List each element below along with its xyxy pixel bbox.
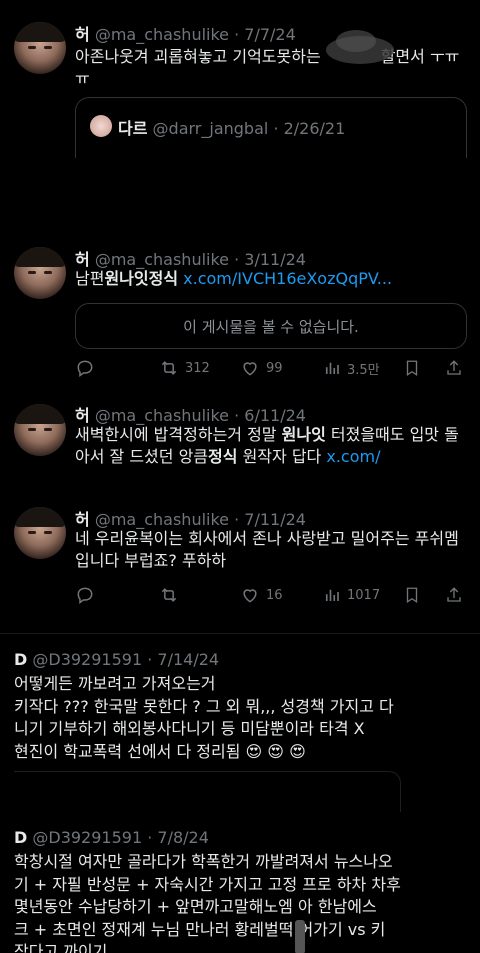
tweet-header: 허 @ma_chashulike · 7/11/24 <box>75 506 306 530</box>
avatar[interactable] <box>14 22 66 74</box>
bar-chart-icon <box>325 362 339 374</box>
tweet-4[interactable]: 허 @ma_chashulike · 7/11/24 네 우리윤복이는 회사에서… <box>0 493 480 633</box>
author-handle[interactable]: @ma_chashulike <box>95 25 229 44</box>
bookmark-button[interactable] <box>403 356 421 380</box>
redaction-mark <box>295 920 305 953</box>
author-name[interactable]: D <box>14 828 27 847</box>
like-count: 99 <box>266 360 283 376</box>
avatar[interactable] <box>14 247 66 299</box>
reply-button[interactable] <box>75 583 95 607</box>
like-count: 16 <box>266 587 283 603</box>
tweet-date[interactable]: · 7/8/24 <box>147 828 209 847</box>
tweet-text: 어떻게든 까보려고 가져오는거 키작다 ??? 한국말 못한다 ? 그 외 뭐,… <box>14 674 394 761</box>
tweet-header: D @D39291591 · 7/8/24 <box>14 828 209 847</box>
reply-icon <box>77 360 93 377</box>
tweet-6[interactable]: D @D39291591 · 7/8/24 학창시절 여자만 골라다가 학폭한거… <box>0 825 480 953</box>
share-button[interactable] <box>445 356 463 380</box>
tweet-link[interactable]: x.com/IVCH16eXozQqPV... <box>183 269 392 288</box>
quote-author-name: 다르 <box>118 119 148 138</box>
tweet-header: 허 @ma_chashulike · 7/7/24 <box>75 21 296 45</box>
retweet-button[interactable]: 312 <box>159 356 210 380</box>
tweet-date[interactable]: · 3/11/24 <box>234 250 306 269</box>
tweet-2[interactable]: 허 @ma_chashulike · 3/11/24 남편원나잇정식 x.com… <box>0 230 480 390</box>
author-name[interactable]: D <box>14 650 27 669</box>
quote-avatar <box>90 115 112 137</box>
tweet-text: 학창시절 여자만 골라다가 학폭한거 까발려져서 뉴스나오 기 + 자필 반성문… <box>14 852 401 953</box>
retweet-button[interactable] <box>159 583 179 607</box>
heart-eyes-emoji: 😍 😍 😍 <box>245 741 306 761</box>
author-handle[interactable]: @ma_chashulike <box>95 510 229 529</box>
tweet-text: 아존나웃겨 괴롭혀놓고 기억도못하는 할면서 ㅜㅠ ㅠ <box>75 47 460 88</box>
tweet-header: 허 @ma_chashulike · 6/11/24 <box>75 402 306 426</box>
like-button[interactable]: 16 <box>240 583 283 607</box>
redaction-scribble <box>326 30 396 68</box>
author-handle[interactable]: @ma_chashulike <box>95 406 229 425</box>
bookmark-icon <box>406 587 418 604</box>
retweet-icon <box>161 361 177 375</box>
tweet-header: D @D39291591 · 7/14/24 <box>14 650 219 669</box>
views-button[interactable]: 1017 <box>323 583 380 607</box>
tweet-link[interactable]: x.com/ <box>326 447 380 466</box>
author-name[interactable]: 허 <box>75 406 90 425</box>
reply-button[interactable] <box>75 356 95 380</box>
retweet-count: 312 <box>185 360 210 376</box>
divider <box>0 633 480 634</box>
share-icon <box>447 587 461 602</box>
tweet-text: 새벽한시에 밥격정하는거 정말 원나잇 터졌을때도 입맛 돌 아서 잘 드셨던 … <box>75 425 459 466</box>
author-name[interactable]: 허 <box>75 250 90 269</box>
bookmark-icon <box>406 360 418 377</box>
heart-icon <box>243 589 257 603</box>
tweet-actions: 16 1017 <box>75 583 465 607</box>
tweet-date[interactable]: · 7/14/24 <box>147 650 219 669</box>
author-handle[interactable]: @D39291591 <box>32 650 142 669</box>
tweet-date[interactable]: · 7/11/24 <box>234 510 306 529</box>
tweet-header: 허 @ma_chashulike · 3/11/24 <box>75 246 306 270</box>
author-name[interactable]: 허 <box>75 510 90 529</box>
tweet-date[interactable]: · 6/11/24 <box>234 406 306 425</box>
reply-icon <box>77 587 93 604</box>
view-count: 3.5만 <box>347 362 380 378</box>
tweet-actions: 312 99 3.5만 <box>75 356 465 380</box>
avatar[interactable] <box>14 507 66 559</box>
like-button[interactable]: 99 <box>240 356 283 380</box>
bar-chart-icon <box>325 589 339 601</box>
quoted-tweet[interactable]: 다르 @darr_jangbal · 2/26/21 <box>75 97 467 158</box>
heart-icon <box>243 362 257 376</box>
author-handle[interactable]: @D39291591 <box>32 828 142 847</box>
tweet-date[interactable]: · 7/7/24 <box>234 25 296 44</box>
avatar[interactable] <box>14 404 66 456</box>
tweet-1[interactable]: 허 @ma_chashulike · 7/7/24 아존나웃겨 괴롭혀놓고 기억… <box>0 0 480 158</box>
tweet-3[interactable]: 허 @ma_chashulike · 6/11/24 새벽한시에 밥격정하는거 … <box>0 390 480 480</box>
views-button[interactable]: 3.5만 <box>323 356 380 380</box>
tweet-text: 남편원나잇정식 x.com/IVCH16eXozQqPV... <box>75 269 393 288</box>
author-handle[interactable]: @ma_chashulike <box>95 250 229 269</box>
tweet-text: 네 우리윤복이는 회사에서 존나 사랑받고 밀어주는 푸쉬멤 입니다 부럽죠? 푸… <box>75 529 459 570</box>
quote-author-handle: @darr_jangbal <box>152 119 269 138</box>
view-count: 1017 <box>347 587 381 603</box>
share-button[interactable] <box>445 583 463 607</box>
tweet-5[interactable]: D @D39291591 · 7/14/24 어떻게든 까보려고 가져오는거 키… <box>0 645 480 825</box>
quote-date: · 2/26/21 <box>273 119 346 138</box>
embedded-card <box>14 771 401 812</box>
share-icon <box>447 360 461 375</box>
unavailable-message: 이 게시물을 볼 수 없습니다. <box>183 318 359 336</box>
bookmark-button[interactable] <box>403 583 421 607</box>
unavailable-post-card: 이 게시물을 볼 수 없습니다. <box>75 303 467 349</box>
retweet-icon <box>161 588 177 602</box>
author-name[interactable]: 허 <box>75 25 90 44</box>
